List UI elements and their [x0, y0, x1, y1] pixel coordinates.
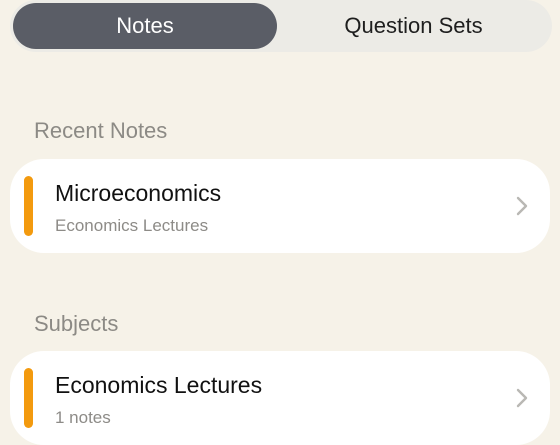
list-item-economics-lectures[interactable]: Economics Lectures 1 notes: [10, 351, 550, 445]
chevron-right-icon: [516, 388, 528, 408]
subject-color-bar: [24, 176, 33, 236]
tab-question-sets[interactable]: Question Sets: [278, 3, 549, 49]
subject-color-bar: [24, 368, 33, 428]
segmented-control: Notes Question Sets: [10, 0, 552, 52]
chevron-right-icon: [516, 196, 528, 216]
tab-notes[interactable]: Notes: [13, 3, 277, 49]
section-header-subjects: Subjects: [34, 311, 119, 336]
section-header-recent-notes: Recent Notes: [34, 118, 168, 143]
subject-title: Economics Lectures: [55, 372, 263, 398]
list-item-microeconomics[interactable]: Microeconomics Economics Lectures: [10, 159, 550, 253]
note-title: Microeconomics: [55, 180, 222, 206]
subject-note-count: 1 notes: [55, 408, 111, 427]
note-subtitle: Economics Lectures: [55, 216, 209, 235]
